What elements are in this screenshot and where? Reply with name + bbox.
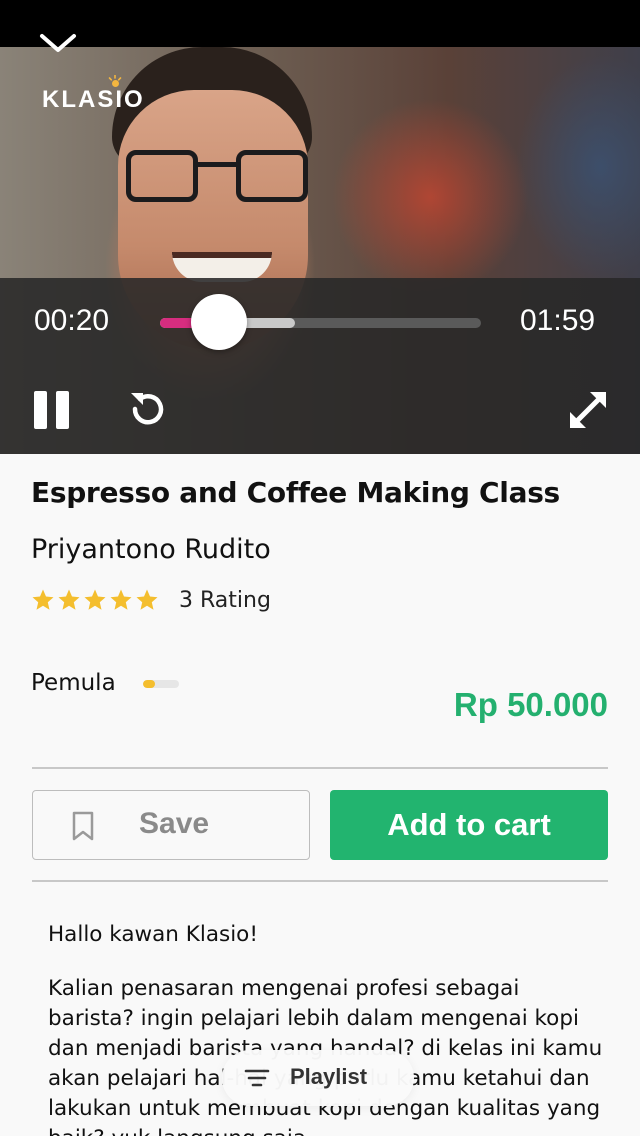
player-controls: 00:20 01:59 (0, 278, 640, 454)
star-icon (32, 589, 54, 610)
current-time: 00:20 (34, 304, 110, 337)
collapse-chevron-down-icon[interactable] (38, 28, 78, 58)
save-button-label: Save (139, 807, 210, 840)
replay-icon[interactable] (126, 388, 170, 432)
video-player[interactable]: KLASIO 00:20 01:59 (0, 0, 640, 454)
course-title: Espresso and Coffee Making Class (31, 476, 560, 509)
course-price: Rp 50.000 (453, 686, 608, 723)
bookmark-icon (72, 811, 94, 841)
duration-time: 01:59 (520, 304, 596, 337)
rating-count[interactable]: 3 Rating (179, 588, 271, 613)
add-to-cart-button[interactable]: Add to cart (330, 790, 608, 860)
pause-icon[interactable] (30, 388, 74, 432)
level-indicator-fill (143, 680, 155, 688)
course-details: Espresso and Coffee Making Class Priyant… (0, 454, 640, 1136)
video-subject-glasses-bridge (196, 162, 238, 167)
seek-handle[interactable] (190, 294, 247, 350)
divider (32, 880, 608, 882)
star-icon (58, 589, 80, 610)
rating-stars (31, 588, 159, 612)
video-subject-glasses-right (236, 150, 308, 202)
level-indicator (143, 680, 179, 688)
divider (32, 767, 608, 769)
playlist-label: Playlist (290, 1064, 368, 1089)
save-button[interactable]: Save (32, 790, 310, 860)
status-bar (0, 0, 640, 47)
instructor-name[interactable]: Priyantono Rudito (31, 534, 271, 565)
playlist-menu-icon (244, 1069, 270, 1087)
star-icon (136, 589, 158, 610)
video-subject-glasses-left (126, 150, 198, 202)
fullscreen-icon[interactable] (566, 388, 610, 432)
star-icon (110, 589, 132, 610)
playlist-button[interactable]: Playlist (222, 1050, 414, 1106)
level-label: Pemula (31, 670, 116, 696)
star-icon (84, 589, 106, 610)
klasio-logo: KLASIO (42, 86, 145, 113)
description-greeting: Hallo kawan Klasio! (48, 922, 258, 947)
logo-sun-icon (108, 74, 122, 88)
